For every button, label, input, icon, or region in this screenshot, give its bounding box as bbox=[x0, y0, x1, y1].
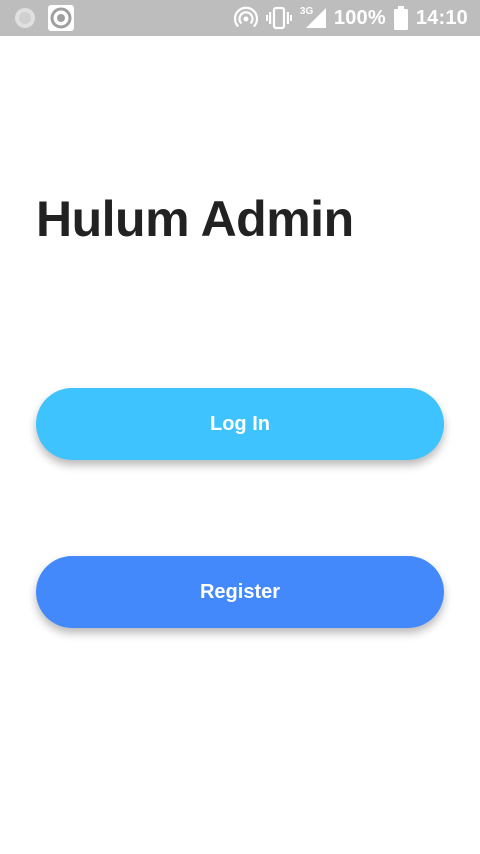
status-bar-right: 3G 100% 14:10 bbox=[233, 6, 468, 30]
network-type-label: 3G bbox=[299, 6, 314, 17]
circle-icon bbox=[14, 7, 36, 29]
signal-icon: 3G bbox=[300, 6, 326, 30]
vibrate-icon bbox=[265, 6, 292, 30]
login-button[interactable]: Log In bbox=[36, 388, 444, 460]
status-bar-left bbox=[14, 5, 74, 31]
target-icon bbox=[48, 5, 74, 31]
battery-icon bbox=[393, 6, 408, 30]
login-button-label: Log In bbox=[210, 412, 270, 435]
register-button[interactable]: Register bbox=[36, 556, 444, 628]
register-button-label: Register bbox=[199, 580, 281, 603]
hotspot-icon bbox=[233, 6, 258, 30]
battery-percent: 100% bbox=[333, 6, 386, 29]
page-title: Hulum Admin bbox=[36, 191, 354, 247]
status-bar: 3G 100% 14:10 bbox=[0, 0, 480, 36]
clock: 14:10 bbox=[415, 6, 468, 29]
